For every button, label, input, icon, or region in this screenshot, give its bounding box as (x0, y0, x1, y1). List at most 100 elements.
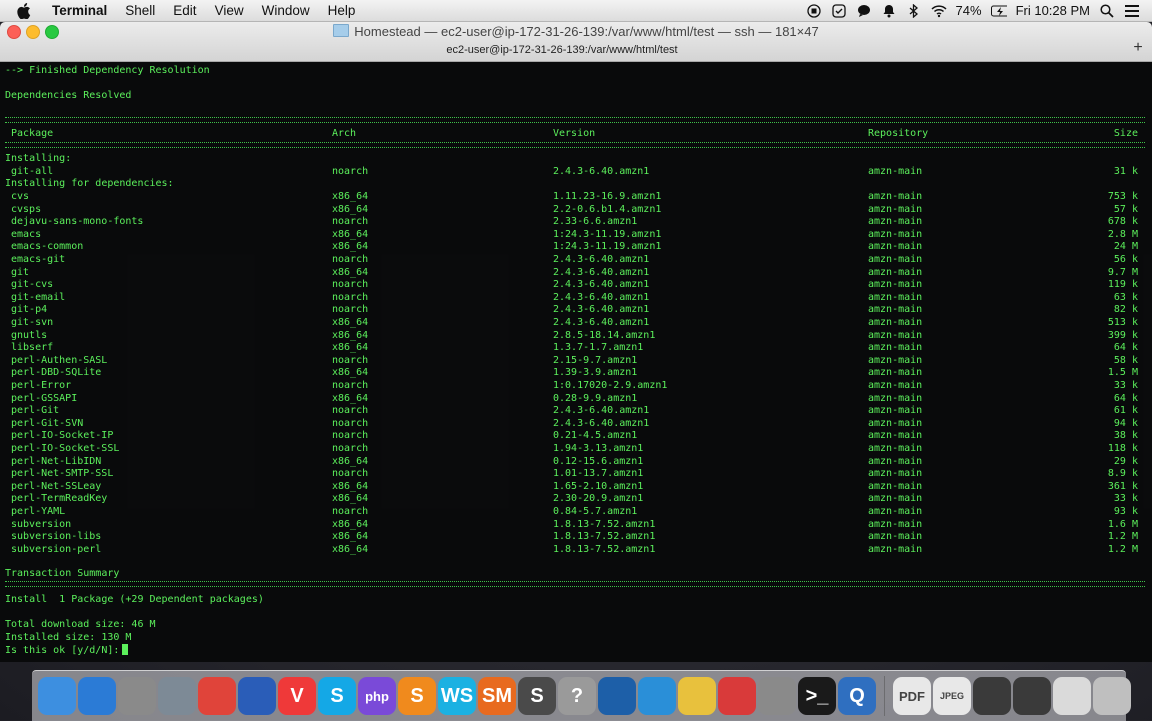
quicktime-icon[interactable]: Q (838, 677, 876, 715)
terminal-window: Homestead — ec2-user@ip-172-31-26-139:/v… (0, 22, 1152, 662)
menu-view[interactable]: View (206, 3, 253, 18)
package-size: 56 k (1113, 254, 1138, 265)
package-repository: amzn-main (868, 531, 923, 543)
menu-help[interactable]: Help (319, 3, 365, 18)
package-name: perl-YAML (11, 506, 66, 517)
package-row: git-email noarch 2.4.3-6.40.amzn1 amzn-main… (0, 292, 1152, 305)
package-size: 399 k (1107, 329, 1138, 341)
package-version: 2.4.3-6.40.amzn1 (553, 304, 650, 316)
battery-charging-icon[interactable] (990, 3, 1007, 19)
menu-app-terminal[interactable]: Terminal (43, 3, 116, 18)
pdf-doc-icon[interactable]: PDF (893, 677, 931, 715)
status-area: 74% Fri 10:28 PM (806, 3, 1152, 19)
download-size-line: Total download size: 46 M (5, 619, 156, 630)
firefox-icon[interactable] (238, 677, 276, 715)
package-size: 753 k (1107, 191, 1138, 202)
package-name: git-p4 (11, 304, 48, 316)
package-name: perl-Error (11, 380, 72, 391)
launchpad-icon[interactable] (118, 677, 156, 715)
package-arch: x86_64 (332, 543, 369, 555)
safari-icon[interactable] (78, 677, 116, 715)
package-arch: noarch (332, 468, 369, 480)
menu-shell[interactable]: Shell (116, 3, 164, 18)
separator-rule (5, 117, 1145, 123)
photos-icon[interactable] (678, 677, 716, 715)
package-arch: x86_64 (332, 493, 369, 505)
notification-bell-icon[interactable] (881, 3, 897, 19)
screenshot-2-icon[interactable] (1013, 677, 1051, 715)
package-repository: amzn-main (868, 468, 923, 480)
chrome-icon[interactable] (198, 677, 236, 715)
package-size: 29 k (1113, 455, 1138, 467)
new-tab-button[interactable]: + (1130, 40, 1146, 56)
package-row: git x86_64 2.4.3-6.40.amzn1 amzn-main 9.7 M (0, 267, 1152, 280)
package-arch: noarch (332, 506, 369, 517)
apple-menu-icon[interactable] (17, 2, 33, 19)
vivaldi-icon[interactable]: V (278, 677, 316, 715)
package-size: 118 k (1107, 443, 1138, 454)
package-name: emacs (11, 228, 42, 240)
chat-bubble-icon[interactable] (856, 3, 872, 19)
package-version: 2.4.3-6.40.amzn1 (553, 279, 650, 291)
system-preferences-icon[interactable] (758, 677, 796, 715)
terminal-icon[interactable]: >_ (798, 677, 836, 715)
menu-edit[interactable]: Edit (164, 3, 205, 18)
package-repository: amzn-main (868, 417, 923, 429)
rocket-icon[interactable] (158, 677, 196, 715)
package-name: git-cvs (11, 279, 54, 291)
webstorm-icon[interactable]: WS (438, 677, 476, 715)
package-row: emacs-git noarch 2.4.3-6.40.amzn1 amzn-main… (0, 254, 1152, 267)
phpstorm-icon[interactable]: php (358, 677, 396, 715)
screenshot-1-icon[interactable] (973, 677, 1011, 715)
popcorn-icon[interactable] (718, 677, 756, 715)
bluetooth-icon[interactable] (906, 3, 922, 19)
package-version: 2.15-9.7.amzn1 (553, 354, 638, 366)
window-title-text: Homestead — ec2-user@ip-172-31-26-139:/v… (354, 24, 819, 39)
package-version: 1.01-13.7.amzn1 (553, 468, 644, 480)
sublime-text-icon[interactable]: S (518, 677, 556, 715)
tab-ssh-session[interactable]: ec2-user@ip-172-31-26-139:/var/www/html/… (0, 44, 1124, 56)
help-icon[interactable]: ? (558, 677, 596, 715)
finder-icon[interactable] (38, 677, 76, 715)
battery-percent[interactable]: 74% (956, 3, 982, 18)
screenshot-3-icon[interactable] (1053, 677, 1091, 715)
package-version: 0.84-5.7.amzn1 (553, 506, 638, 517)
record-icon[interactable] (806, 3, 822, 19)
reeder-icon[interactable] (638, 677, 676, 715)
package-version: 2.4.3-6.40.amzn1 (553, 405, 650, 417)
package-arch: x86_64 (332, 203, 369, 215)
smartgit-icon[interactable]: SM (478, 677, 516, 715)
dependencies-label: Installing for dependencies: (5, 178, 174, 189)
package-size: 64 k (1113, 342, 1138, 354)
menu-window[interactable]: Window (253, 3, 319, 18)
window-titlebar[interactable]: Homestead — ec2-user@ip-172-31-26-139:/v… (0, 22, 1152, 62)
package-version: 1:0.17020-2.9.amzn1 (553, 380, 668, 391)
package-name: subversion-perl (11, 543, 102, 555)
sublime-s-icon[interactable]: S (398, 677, 436, 715)
package-arch: noarch (332, 304, 369, 316)
package-repository: amzn-main (868, 191, 923, 202)
package-repository: amzn-main (868, 342, 923, 354)
jpeg-doc-icon[interactable]: JPEG (933, 677, 971, 715)
package-size: 57 k (1113, 203, 1138, 215)
sourcetree-icon[interactable] (598, 677, 636, 715)
menubar-clock[interactable]: Fri 10:28 PM (1016, 3, 1090, 18)
package-version: 0.21-4.5.amzn1 (553, 430, 638, 442)
package-repository: amzn-main (868, 266, 923, 278)
package-row: perl-GSSAPI x86_64 0.28-9.9.amzn1 amzn-main… (0, 393, 1152, 406)
spotlight-search-icon[interactable] (1099, 3, 1115, 19)
package-repository: amzn-main (868, 455, 923, 467)
package-row: git-p4 noarch 2.4.3-6.40.amzn1 amzn-main 82 … (0, 304, 1152, 317)
checkmark-icon[interactable] (831, 3, 847, 19)
package-repository: amzn-main (868, 518, 923, 530)
terminal-content[interactable]: --> Finished Dependency Resolution Depen… (0, 62, 1152, 662)
notification-center-icon[interactable] (1124, 3, 1140, 19)
package-repository: amzn-main (868, 480, 923, 492)
package-arch: x86_64 (332, 191, 369, 202)
package-row: perl-Net-SSLeay x86_64 1.65-2.10.amzn1 amzn… (0, 481, 1152, 494)
wifi-icon[interactable] (931, 3, 947, 19)
trash-icon[interactable] (1093, 677, 1131, 715)
package-repository: amzn-main (868, 354, 923, 366)
package-row: cvs x86_64 1.11.23-16.9.amzn1 amzn-main 753 … (0, 191, 1152, 204)
skype-icon[interactable]: S (318, 677, 356, 715)
